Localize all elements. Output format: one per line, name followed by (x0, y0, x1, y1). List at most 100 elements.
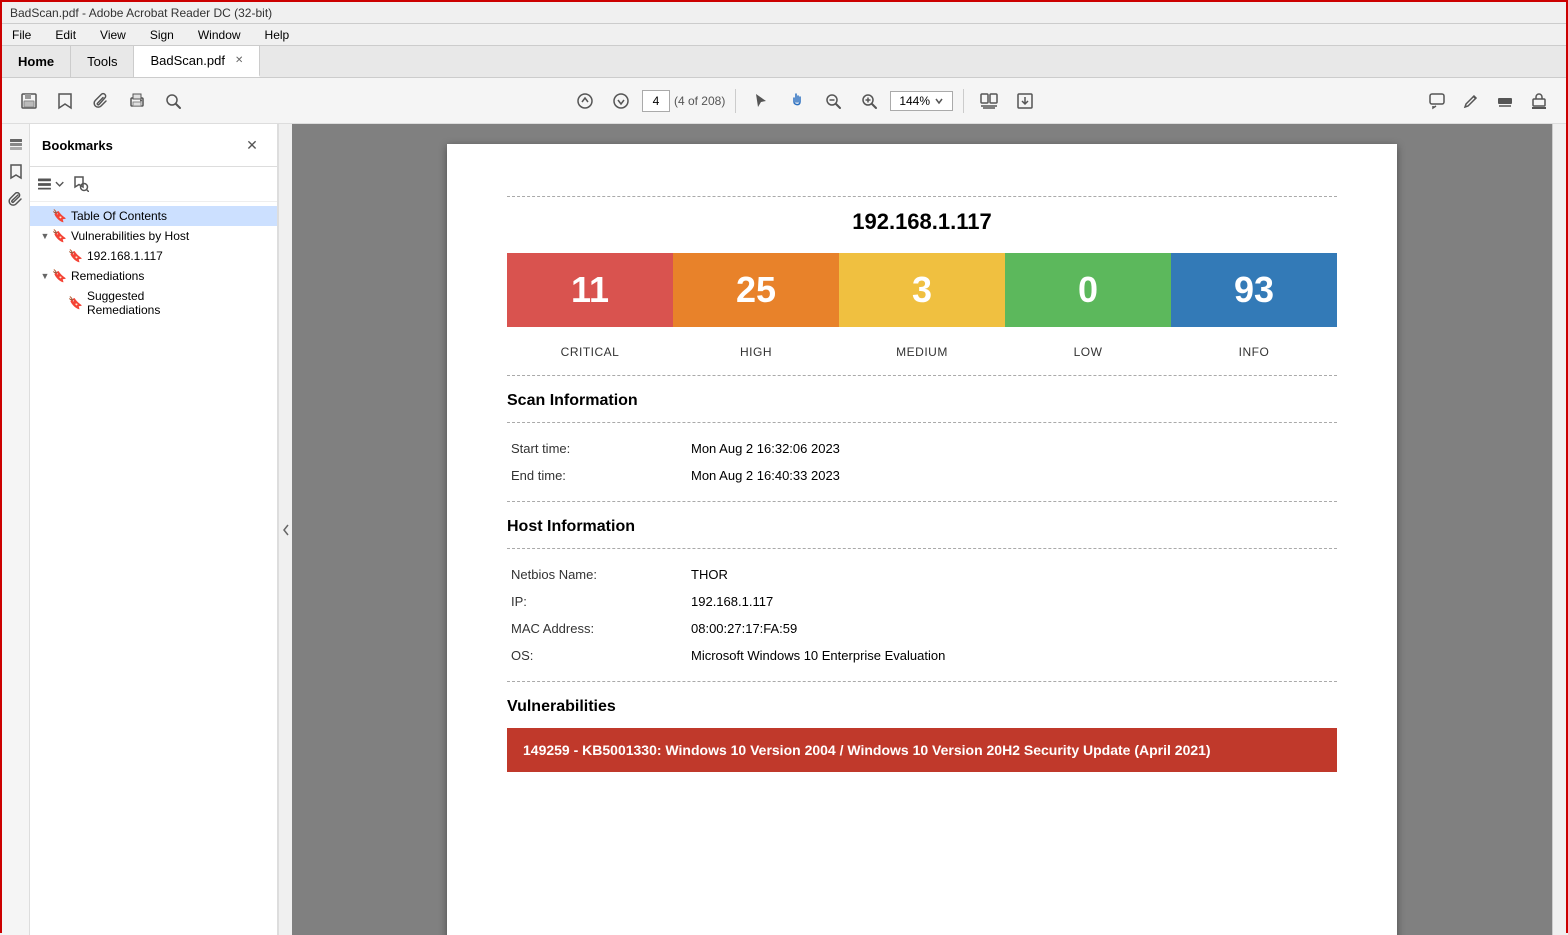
toc-label: Table Of Contents (71, 209, 167, 223)
mac-row: MAC Address: 08:00:27:17:FA:59 (507, 615, 1337, 642)
toc-expand[interactable] (38, 209, 52, 223)
remediations-label: Remediations (71, 269, 144, 283)
sidebar: Bookmarks ✕ 🔖 Table Of Contents ▼ 🔖 (30, 124, 278, 935)
vuln-host-label: Vulnerabilities by Host (71, 229, 189, 243)
toolbar-right (1422, 86, 1554, 116)
left-icon-layers[interactable] (4, 132, 28, 156)
toolbar-center: 4 (4 of 208) 144% (194, 86, 1416, 116)
suggested-label: Suggested Remediations (87, 289, 160, 317)
scan-info-table: Start time: Mon Aug 2 16:32:06 2023 End … (507, 435, 1337, 489)
vuln-heading: Vulnerabilities (507, 698, 1337, 716)
low-label: LOW (1074, 345, 1103, 359)
sidebar-item-suggested[interactable]: 🔖 Suggested Remediations (30, 286, 277, 320)
organize-pages-button[interactable] (974, 86, 1004, 116)
high-block: 25 (673, 253, 839, 327)
vuln-host-expand[interactable]: ▼ (38, 229, 52, 243)
zoom-out-button[interactable] (818, 86, 848, 116)
page-number-input[interactable]: 4 (642, 90, 670, 112)
menu-window[interactable]: Window (192, 26, 247, 44)
export-button[interactable] (1010, 86, 1040, 116)
sidebar-item-remediations[interactable]: ▼ 🔖 Remediations (30, 266, 277, 286)
remediations-expand[interactable]: ▼ (38, 269, 52, 283)
host-ip-title: 192.168.1.117 (507, 209, 1337, 235)
menu-bar: File Edit View Sign Window Help (2, 24, 1566, 46)
scan-start-value: Mon Aug 2 16:32:06 2023 (687, 435, 1337, 462)
sidebar-title: Bookmarks (42, 138, 113, 153)
sidebar-close-button[interactable]: ✕ (239, 132, 265, 158)
tab-bar: Home Tools BadScan.pdf ✕ (2, 46, 1566, 78)
left-icon-paperclip[interactable] (4, 188, 28, 212)
sidebar-collapse-handle[interactable] (278, 124, 292, 935)
separator-2 (963, 89, 964, 113)
scan-end-row: End time: Mon Aug 2 16:40:33 2023 (507, 462, 1337, 489)
tab-file-label: BadScan.pdf (150, 53, 224, 68)
comment-button[interactable] (1422, 86, 1452, 116)
info-label-block: INFO (1171, 335, 1337, 363)
ip-expand (54, 249, 68, 263)
scan-end-label: End time: (507, 462, 687, 489)
save-button[interactable] (14, 86, 44, 116)
sidebar-item-vuln-host[interactable]: ▼ 🔖 Vulnerabilities by Host (30, 226, 277, 246)
zoom-display[interactable]: 144% (890, 91, 953, 111)
toc-icon: 🔖 (52, 209, 67, 223)
zoom-in-button[interactable] (854, 86, 884, 116)
scroll-up-button[interactable] (570, 86, 600, 116)
sidebar-search-bookmark-button[interactable] (68, 171, 94, 197)
low-label-block: LOW (1005, 335, 1171, 363)
mac-label: MAC Address: (507, 615, 687, 642)
host-info-underline (507, 548, 1337, 549)
bookmark-button[interactable] (50, 86, 80, 116)
menu-sign[interactable]: Sign (144, 26, 180, 44)
attach-button[interactable] (86, 86, 116, 116)
scroll-down-button[interactable] (606, 86, 636, 116)
tab-home[interactable]: Home (2, 46, 71, 77)
remediations-icon: 🔖 (52, 269, 67, 283)
stamp-button[interactable] (1524, 86, 1554, 116)
tab-file[interactable]: BadScan.pdf ✕ (134, 46, 260, 77)
left-icon-bookmark[interactable] (4, 160, 28, 184)
severity-bar: 11 25 3 0 93 (507, 253, 1337, 327)
critical-block: 11 (507, 253, 673, 327)
top-divider (507, 196, 1337, 197)
tab-tools[interactable]: Tools (71, 46, 134, 77)
right-scrollbar[interactable] (1552, 124, 1566, 935)
scan-end-value: Mon Aug 2 16:40:33 2023 (687, 462, 1337, 489)
severity-labels: CRITICAL HIGH MEDIUM LOW INFO (507, 335, 1337, 363)
left-icon-strip (2, 124, 30, 935)
redact-button[interactable] (1490, 86, 1520, 116)
sidebar-content: 🔖 Table Of Contents ▼ 🔖 Vulnerabilities … (30, 202, 277, 935)
draw-button[interactable] (1456, 86, 1486, 116)
tab-home-label: Home (18, 54, 54, 69)
pdf-area[interactable]: 192.168.1.117 11 25 3 0 93 (292, 124, 1552, 935)
suggested-expand (54, 296, 68, 310)
menu-edit[interactable]: Edit (49, 26, 82, 44)
medium-count: 3 (912, 269, 932, 311)
page-total: (4 of 208) (674, 94, 725, 108)
info-label: INFO (1239, 345, 1270, 359)
hand-tool-button[interactable] (782, 86, 812, 116)
scan-info-divider (507, 375, 1337, 376)
sidebar-item-toc[interactable]: 🔖 Table Of Contents (30, 206, 277, 226)
critical-count: 11 (571, 269, 609, 311)
medium-label-block: MEDIUM (839, 335, 1005, 363)
menu-view[interactable]: View (94, 26, 132, 44)
scan-start-label: Start time: (507, 435, 687, 462)
tab-close-button[interactable]: ✕ (235, 55, 243, 66)
sidebar-tools (30, 167, 277, 202)
sidebar-list-view-button[interactable] (38, 171, 64, 197)
menu-help[interactable]: Help (259, 26, 296, 44)
critical-label-block: CRITICAL (507, 335, 673, 363)
ip-value: 192.168.1.117 (687, 588, 1337, 615)
high-label: HIGH (740, 345, 772, 359)
sidebar-item-ip[interactable]: 🔖 192.168.1.117 (30, 246, 277, 266)
pdf-page: 192.168.1.117 11 25 3 0 93 (447, 144, 1397, 935)
search-button[interactable] (158, 86, 188, 116)
ip-label: 192.168.1.117 (87, 249, 163, 263)
low-block: 0 (1005, 253, 1171, 327)
high-count: 25 (736, 269, 776, 311)
menu-file[interactable]: File (6, 26, 37, 44)
select-tool-button[interactable] (746, 86, 776, 116)
netbios-row: Netbios Name: THOR (507, 561, 1337, 588)
info-count: 93 (1234, 269, 1274, 311)
print-button[interactable] (122, 86, 152, 116)
